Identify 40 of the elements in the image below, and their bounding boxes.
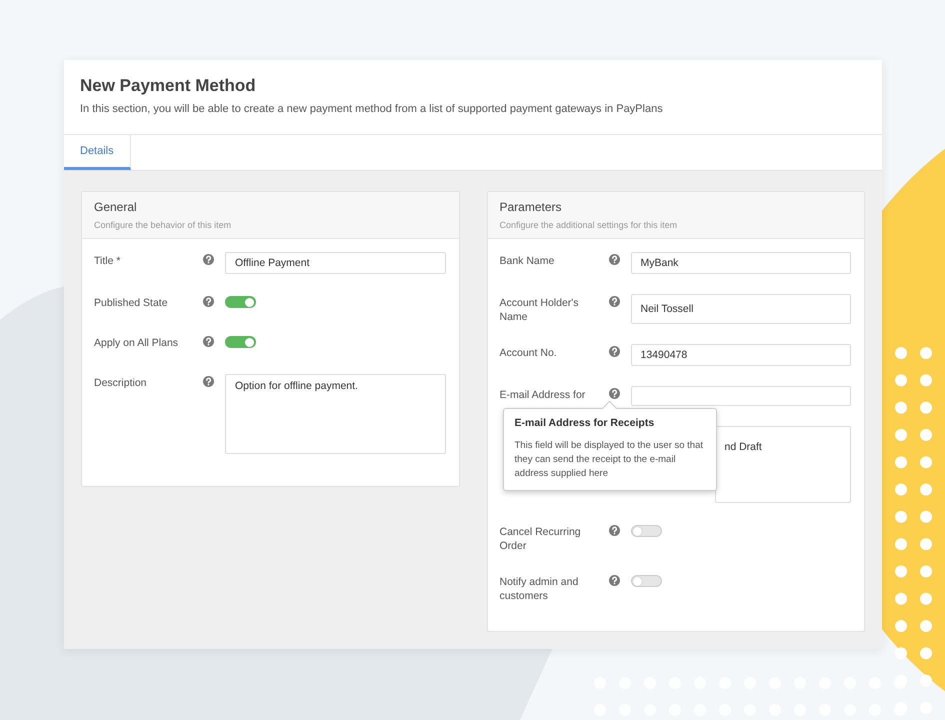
field-label: Published State: [94, 296, 169, 310]
panel-title: Parameters: [500, 200, 563, 214]
help-icon[interactable]: [203, 336, 214, 347]
field-label: Apply on All Plans: [94, 336, 180, 350]
field-label: Account Holder's Name: [500, 296, 580, 324]
help-icon[interactable]: [608, 525, 620, 536]
toggle-switch[interactable]: [225, 296, 256, 308]
help-icon[interactable]: [608, 254, 620, 265]
field-label: Description: [94, 376, 148, 390]
page-title: New Payment Method: [80, 76, 257, 96]
field-label: E-mail Address for: [500, 388, 586, 402]
tab[interactable]: Details: [64, 135, 131, 170]
help-icon[interactable]: [608, 296, 620, 307]
help-icon[interactable]: [608, 346, 620, 357]
text-field[interactable]: Neil Tossell: [630, 294, 851, 324]
textarea-field[interactable]: Option for offline payment.: [225, 374, 446, 454]
toggle-switch[interactable]: [630, 525, 662, 537]
toggle-switch[interactable]: [225, 336, 256, 348]
panel-subtitle: Configure the additional settings for this item: [500, 220, 678, 230]
help-icon[interactable]: [608, 575, 620, 586]
tooltip-text: This field will be displayed to the user so that they can send the receipt to the e-mail address supplied here: [514, 439, 704, 481]
toggle-switch[interactable]: [630, 575, 662, 587]
help-icon[interactable]: [203, 296, 214, 307]
field-label: Cancel Recurring Order: [500, 525, 582, 553]
field-label: Notify admin and customers: [500, 575, 580, 603]
page-description: In this section, you will be able to create a new payment method from a list of supported payment gateways in PayPlans: [80, 103, 664, 115]
field-label: Account No.: [500, 346, 558, 360]
panel-subtitle: Configure the behavior of this item: [94, 220, 232, 230]
field-label: Bank Name: [500, 254, 556, 268]
help-icon[interactable]: [203, 376, 214, 387]
text-field[interactable]: [630, 386, 851, 406]
field-label: Title *: [94, 254, 122, 268]
panel-title: General: [94, 200, 138, 214]
textarea-field[interactable]: nd Draft: [714, 426, 851, 503]
text-field[interactable]: Offline Payment: [225, 252, 446, 274]
text-field[interactable]: MyBank: [630, 252, 851, 274]
text-field[interactable]: 13490478: [630, 344, 851, 366]
tooltip-title: E-mail Address for Receipts: [514, 417, 656, 429]
help-icon[interactable]: [203, 254, 214, 265]
help-icon[interactable]: [608, 388, 620, 399]
